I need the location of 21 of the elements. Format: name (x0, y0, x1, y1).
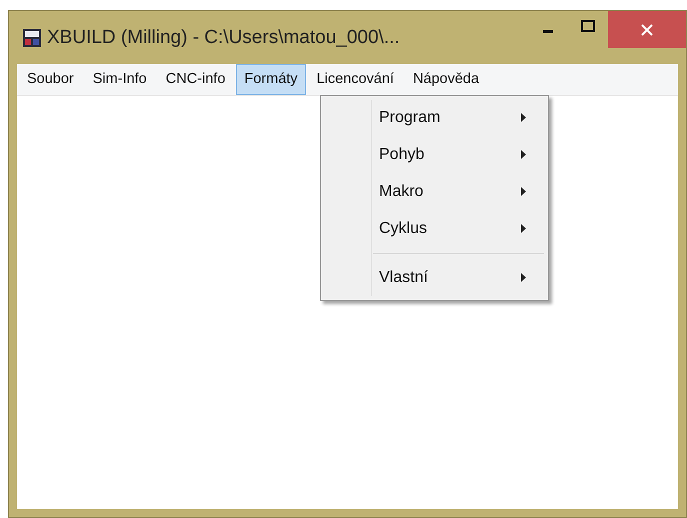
window-title: XBUILD (Milling) - C:\Users\matou_000\... (47, 26, 400, 48)
menu-entry[interactable]: Cyklus (379, 220, 521, 238)
submenu-arrow-icon (521, 224, 526, 233)
menu-entry[interactable]: Makro (379, 182, 521, 200)
menu-entry[interactable]: Vlastní (379, 268, 521, 286)
submenu-arrow-icon (521, 113, 526, 122)
submenu-arrow-icon (521, 150, 526, 159)
menu-entry[interactable]: Pohyb (379, 146, 521, 164)
submenu-arrow-icon (521, 273, 526, 282)
menu-entry[interactable]: Program (379, 108, 521, 126)
minimize-icon (543, 30, 553, 32)
menu-item[interactable]: CNC-info (158, 64, 234, 95)
menu-item[interactable]: Nápověda (404, 64, 488, 95)
menu-item[interactable]: Formáty (236, 64, 306, 95)
close-icon (641, 24, 653, 36)
menu-item[interactable]: Licencování (308, 64, 402, 95)
menu-item[interactable]: Sim-Info (84, 64, 155, 95)
menu-item[interactable]: Soubor (19, 64, 82, 95)
app-icon (23, 28, 41, 46)
submenu-arrow-icon (521, 187, 526, 196)
maximize-icon (581, 20, 595, 32)
